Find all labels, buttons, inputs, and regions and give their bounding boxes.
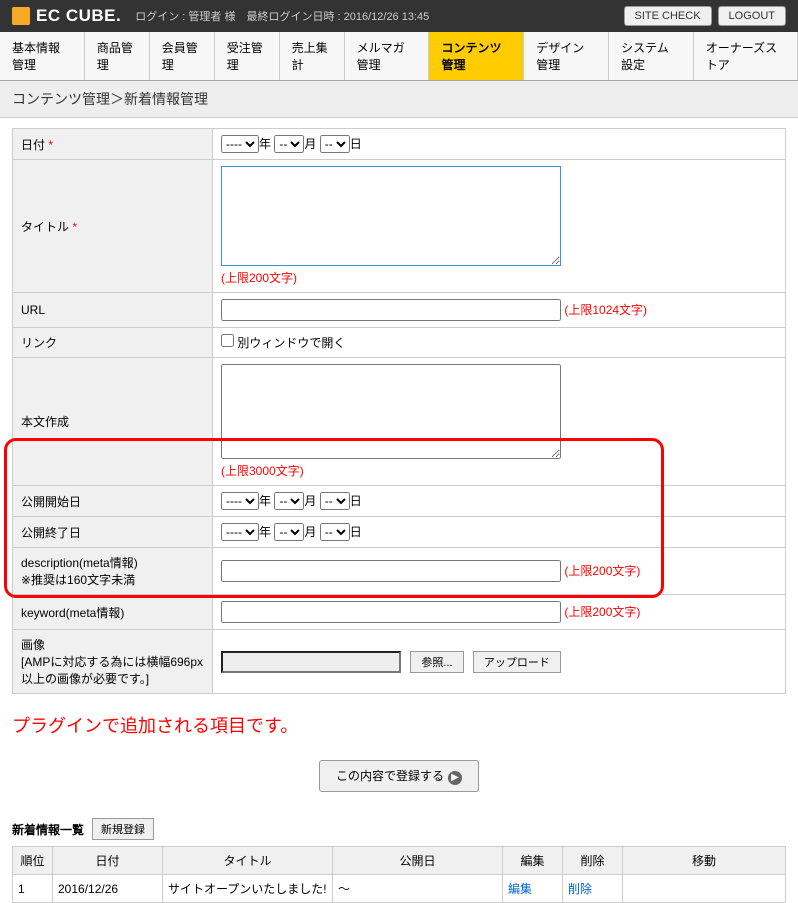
cell-date: ----年 --月 --日 bbox=[213, 129, 786, 160]
keyword-input[interactable] bbox=[221, 601, 561, 623]
tab-system[interactable]: システム設定 bbox=[609, 32, 694, 80]
cell-pubstart: ----年 --月 --日 bbox=[213, 486, 786, 517]
cell-pub: ～ bbox=[333, 875, 503, 903]
list-heading: 新着情報一覧 新規登録 bbox=[0, 806, 798, 846]
cell-date: 2016/12/26 bbox=[53, 875, 163, 903]
body-note: (上限3000文字) bbox=[221, 464, 304, 478]
label-pubstart: 公開開始日 bbox=[13, 486, 213, 517]
submit-row: この内容で登録する▶ bbox=[0, 746, 798, 806]
col-rank: 順位 bbox=[13, 847, 53, 875]
tab-product[interactable]: 商品管理 bbox=[85, 32, 150, 80]
tab-contents[interactable]: コンテンツ管理 bbox=[429, 32, 524, 80]
edit-link[interactable]: 編集 bbox=[508, 882, 532, 896]
cell-link: 別ウィンドウで開く bbox=[213, 328, 786, 358]
list-heading-text: 新着情報一覧 bbox=[12, 821, 84, 838]
pubend-year[interactable]: ---- bbox=[221, 523, 259, 541]
cell-rank: 1 bbox=[13, 875, 53, 903]
url-note: (上限1024文字) bbox=[564, 303, 647, 317]
body-textarea[interactable] bbox=[221, 364, 561, 459]
label-url: URL bbox=[13, 293, 213, 328]
pubstart-year[interactable]: ---- bbox=[221, 492, 259, 510]
label-title: タイトル * bbox=[13, 160, 213, 293]
desc-input[interactable] bbox=[221, 560, 561, 582]
tab-design[interactable]: デザイン管理 bbox=[524, 32, 609, 80]
pubend-month[interactable]: -- bbox=[274, 523, 304, 541]
label-body: 本文作成 bbox=[13, 358, 213, 486]
cell-desc: (上限200文字) bbox=[213, 548, 786, 595]
title-textarea[interactable] bbox=[221, 166, 561, 266]
pubstart-day[interactable]: -- bbox=[320, 492, 350, 510]
breadcrumb: コンテンツ管理＞新着情報管理 bbox=[0, 81, 798, 118]
form-area: 日付 * ----年 --月 --日 タイトル * (上限200文字) URL … bbox=[0, 118, 798, 704]
tab-sales[interactable]: 売上集計 bbox=[280, 32, 345, 80]
list-table: 順位 日付 タイトル 公開日 編集 削除 移動 1 2016/12/26 サイト… bbox=[12, 846, 786, 903]
tab-owners[interactable]: オーナーズストア bbox=[694, 32, 798, 80]
pubstart-month[interactable]: -- bbox=[274, 492, 304, 510]
label-link: リンク bbox=[13, 328, 213, 358]
cell-body: (上限3000文字) bbox=[213, 358, 786, 486]
link-checkbox-label[interactable]: 別ウィンドウで開く bbox=[221, 336, 345, 350]
label-date: 日付 * bbox=[13, 129, 213, 160]
upload-button[interactable]: アップロード bbox=[473, 651, 561, 673]
new-register-button[interactable]: 新規登録 bbox=[92, 818, 154, 840]
logo: EC CUBE. bbox=[12, 6, 121, 26]
label-image: 画像[AMPに対応する為には横幅696px以上の画像が必要です。] bbox=[13, 630, 213, 694]
logout-button[interactable]: LOGOUT bbox=[718, 6, 786, 26]
browse-button[interactable]: 参照... bbox=[410, 651, 463, 673]
annotation-text: プラグインで追加される項目です。 bbox=[0, 704, 798, 746]
date-year-select[interactable]: ---- bbox=[221, 135, 259, 153]
cell-keyword: (上限200文字) bbox=[213, 595, 786, 630]
logo-icon bbox=[12, 7, 30, 25]
cell-image: 参照... アップロード bbox=[213, 630, 786, 694]
tab-basic[interactable]: 基本情報管理 bbox=[0, 32, 85, 80]
delete-link[interactable]: 削除 bbox=[568, 882, 592, 896]
date-month-select[interactable]: -- bbox=[274, 135, 304, 153]
title-note: (上限200文字) bbox=[221, 271, 297, 285]
link-checkbox[interactable] bbox=[221, 334, 234, 347]
label-pubend: 公開終了日 bbox=[13, 517, 213, 548]
tab-order[interactable]: 受注管理 bbox=[215, 32, 280, 80]
label-desc: description(meta情報)※推奨は160文字未満 bbox=[13, 548, 213, 595]
main-tabs: 基本情報管理 商品管理 会員管理 受注管理 売上集計 メルマガ管理 コンテンツ管… bbox=[0, 32, 798, 81]
cell-title: (上限200文字) bbox=[213, 160, 786, 293]
form-table: 日付 * ----年 --月 --日 タイトル * (上限200文字) URL … bbox=[12, 128, 786, 694]
col-pub: 公開日 bbox=[333, 847, 503, 875]
col-title: タイトル bbox=[163, 847, 333, 875]
tab-member[interactable]: 会員管理 bbox=[150, 32, 215, 80]
date-day-select[interactable]: -- bbox=[320, 135, 350, 153]
cell-url: (上限1024文字) bbox=[213, 293, 786, 328]
submit-button[interactable]: この内容で登録する▶ bbox=[319, 760, 479, 792]
cell-title: サイトオープンいたしました! bbox=[163, 875, 333, 903]
login-info: ログイン : 管理者 様 最終ログイン日時 : 2016/12/26 13:45 bbox=[135, 8, 429, 24]
label-keyword: keyword(meta情報) bbox=[13, 595, 213, 630]
col-del: 削除 bbox=[563, 847, 623, 875]
col-date: 日付 bbox=[53, 847, 163, 875]
cell-pubend: ----年 --月 --日 bbox=[213, 517, 786, 548]
col-edit: 編集 bbox=[503, 847, 563, 875]
table-row: 1 2016/12/26 サイトオープンいたしました! ～ 編集 削除 bbox=[13, 875, 786, 903]
keyword-note: (上限200文字) bbox=[564, 605, 640, 619]
image-path-input[interactable] bbox=[221, 651, 401, 673]
desc-note: (上限200文字) bbox=[564, 564, 640, 578]
logo-text: EC CUBE. bbox=[36, 6, 121, 26]
col-move: 移動 bbox=[623, 847, 786, 875]
header: EC CUBE. ログイン : 管理者 様 最終ログイン日時 : 2016/12… bbox=[0, 0, 798, 32]
pubend-day[interactable]: -- bbox=[320, 523, 350, 541]
url-input[interactable] bbox=[221, 299, 561, 321]
tab-mailmag[interactable]: メルマガ管理 bbox=[345, 32, 430, 80]
cell-move bbox=[623, 875, 786, 903]
site-check-button[interactable]: SITE CHECK bbox=[624, 6, 712, 26]
